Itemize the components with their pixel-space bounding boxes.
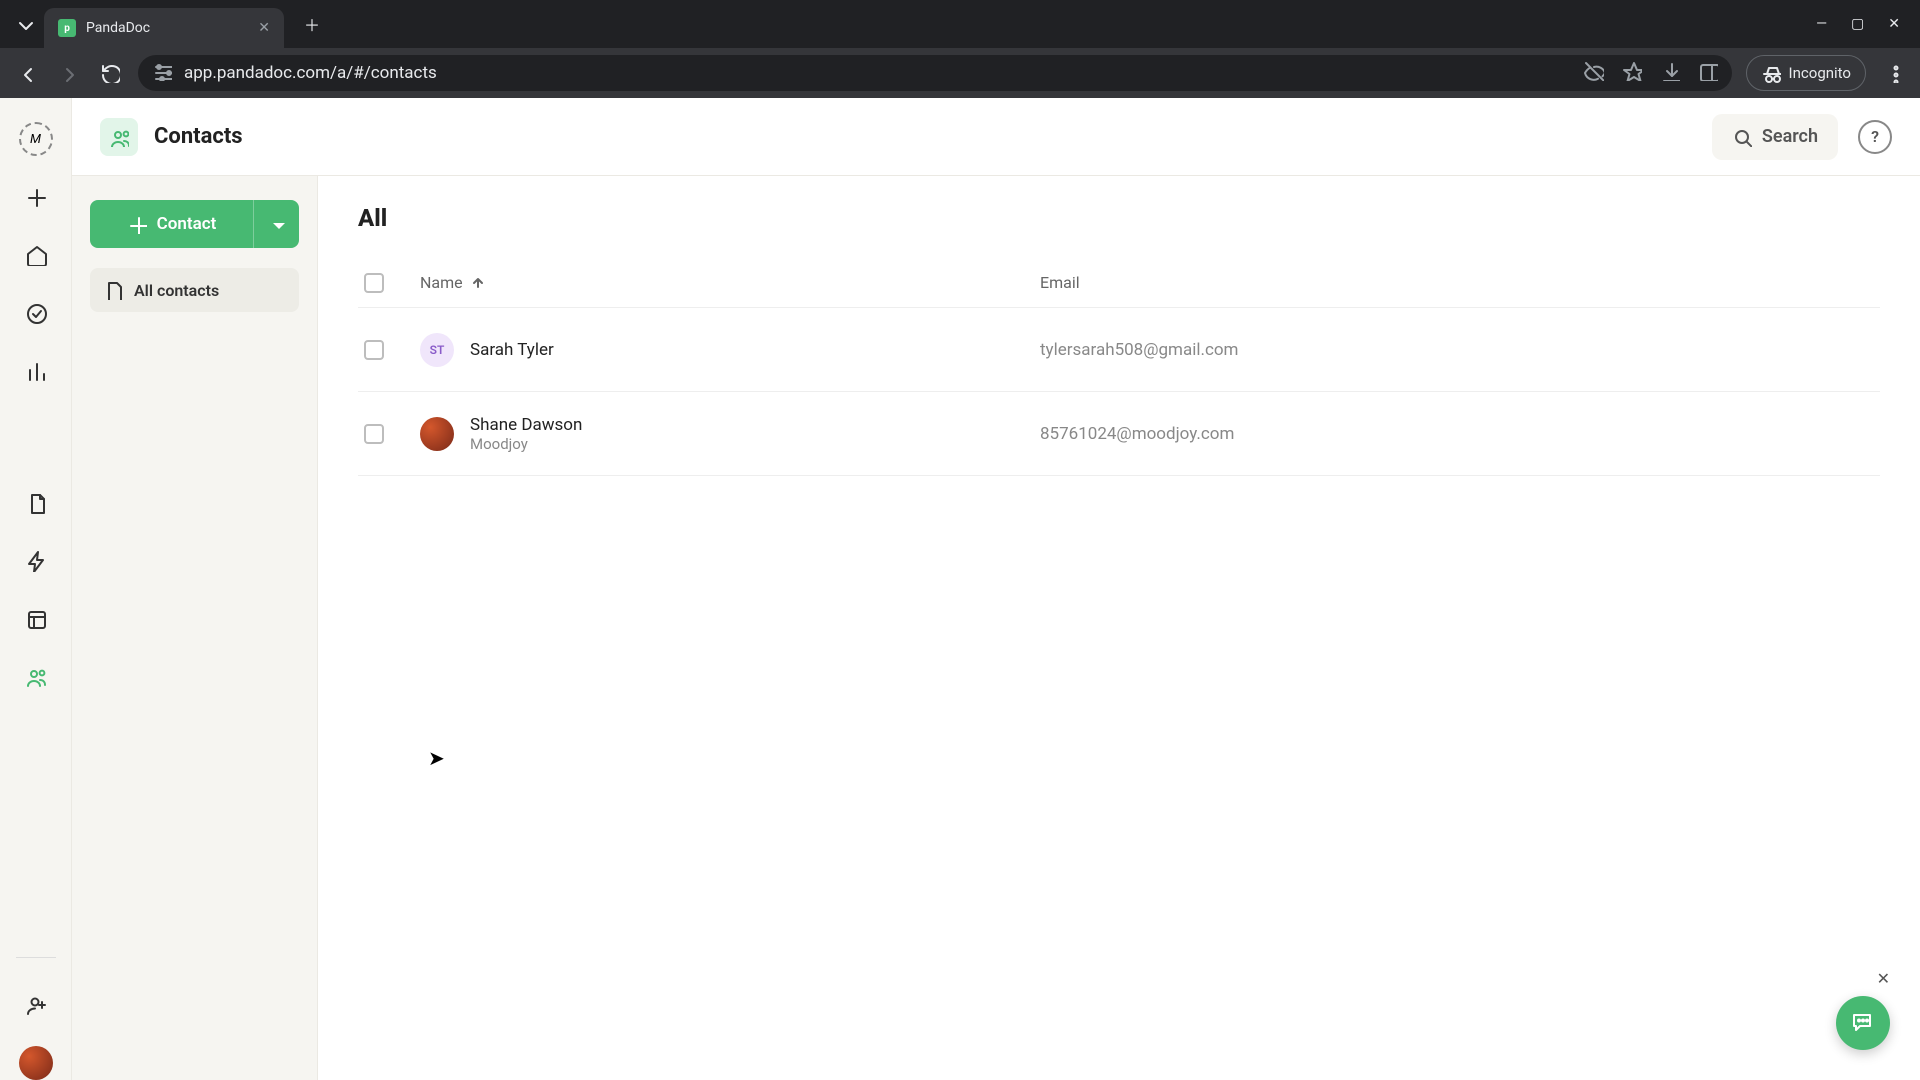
reload-icon <box>100 63 120 83</box>
new-contact-button[interactable]: Contact <box>90 200 253 248</box>
rail-templates[interactable] <box>19 602 53 636</box>
contact-avatar-initials: ST <box>420 333 454 367</box>
downloads-icon[interactable] <box>1660 61 1680 86</box>
contact-email: tylersarah508@gmail.com <box>1040 340 1238 360</box>
site-settings-icon[interactable] <box>152 61 172 86</box>
reload-button[interactable] <box>96 59 124 87</box>
sidebar-all-contacts[interactable]: All contacts <box>90 268 299 312</box>
template-icon <box>25 608 47 630</box>
contact-email: 85761024@moodjoy.com <box>1040 424 1234 444</box>
people-icon <box>25 666 47 688</box>
search-button[interactable]: Search <box>1712 114 1838 160</box>
forward-button[interactable] <box>54 59 82 87</box>
contact-name: Shane Dawson <box>470 415 582 435</box>
sort-up-icon <box>471 276 485 290</box>
kebab-icon <box>1884 63 1904 83</box>
chat-icon <box>1850 1010 1876 1036</box>
person-plus-icon <box>25 994 47 1016</box>
rail-divider <box>16 957 56 958</box>
search-label: Search <box>1762 126 1818 147</box>
sidepanel-icon[interactable] <box>1698 61 1718 86</box>
arrow-right-icon <box>58 63 78 83</box>
window-controls: — ▢ ✕ <box>1816 16 1912 32</box>
rail-reports[interactable] <box>19 354 53 388</box>
content-area: All Name Email ST <box>318 176 1920 1080</box>
user-avatar[interactable] <box>19 1046 53 1080</box>
incognito-icon <box>1761 63 1781 83</box>
incognito-label: Incognito <box>1789 64 1851 82</box>
workspace-avatar[interactable]: M <box>19 122 53 156</box>
contact-company: Moodjoy <box>470 435 582 453</box>
tab-bar: p PandaDoc ✕ ＋ — ▢ ✕ <box>0 0 1920 48</box>
caret-down-icon <box>267 214 287 234</box>
sidebar-item-label: All contacts <box>134 281 219 300</box>
page-body: Contact All contacts All <box>72 176 1920 1080</box>
contact-button-group: Contact <box>90 200 299 248</box>
row-checkbox[interactable] <box>364 340 384 360</box>
incognito-indicator[interactable]: Incognito <box>1746 55 1866 91</box>
chat-widget: ✕ <box>1836 969 1890 1050</box>
close-tab-button[interactable]: ✕ <box>258 20 270 36</box>
app: M Contacts <box>0 98 1920 1080</box>
search-icon <box>1732 127 1752 147</box>
arrow-left-icon <box>16 63 36 83</box>
main-area: Contacts Search ? Contact <box>72 98 1920 1080</box>
browser-frame: p PandaDoc ✕ ＋ — ▢ ✕ app.pandadoc.com/a/… <box>0 0 1920 1080</box>
favicon-icon: p <box>58 19 76 37</box>
contact-name: Sarah Tyler <box>470 340 554 360</box>
plus-icon <box>25 186 47 208</box>
rail-home[interactable] <box>19 238 53 272</box>
table-header: Name Email <box>358 258 1880 308</box>
address-field[interactable]: app.pandadoc.com/a/#/contacts <box>138 55 1732 91</box>
column-header-email[interactable]: Email <box>1040 273 1874 292</box>
row-checkbox[interactable] <box>364 424 384 444</box>
chat-close-button[interactable]: ✕ <box>1877 969 1890 988</box>
chevron-down-icon <box>14 14 34 34</box>
contact-button-label: Contact <box>157 214 217 234</box>
rail-contacts[interactable] <box>19 660 53 694</box>
page-header: Contacts Search ? <box>72 98 1920 176</box>
rail-tasks[interactable] <box>19 296 53 330</box>
page-icon <box>102 280 122 300</box>
close-window-button[interactable]: ✕ <box>1888 16 1900 32</box>
nav-rail: M <box>0 98 72 1080</box>
rail-new-button[interactable] <box>19 180 53 214</box>
document-icon <box>25 492 47 514</box>
rail-automation[interactable] <box>19 544 53 578</box>
column-header-name[interactable]: Name <box>420 273 1040 292</box>
minimize-button[interactable]: — <box>1816 16 1827 32</box>
back-button[interactable] <box>12 59 40 87</box>
tab-search-dropdown[interactable] <box>8 8 40 40</box>
contact-button-dropdown[interactable] <box>253 200 299 248</box>
tab-title: PandaDoc <box>86 20 150 36</box>
table-row[interactable]: ST Sarah Tyler tylersarah508@gmail.com <box>358 308 1880 392</box>
help-button[interactable]: ? <box>1858 120 1892 154</box>
people-icon <box>109 127 129 147</box>
browser-tab[interactable]: p PandaDoc ✕ <box>44 8 284 48</box>
contact-avatar-image <box>420 417 454 451</box>
content-heading: All <box>358 204 1880 232</box>
left-sidebar: Contact All contacts <box>72 176 318 1080</box>
plus-icon <box>127 214 147 234</box>
page-title: Contacts <box>154 124 243 149</box>
maximize-button[interactable]: ▢ <box>1851 16 1864 32</box>
rail-invite[interactable] <box>19 988 53 1022</box>
select-all-checkbox[interactable] <box>364 273 384 293</box>
browser-menu-button[interactable] <box>1880 59 1908 87</box>
home-icon <box>25 244 47 266</box>
bolt-icon <box>25 550 47 572</box>
rail-documents[interactable] <box>19 486 53 520</box>
table-row[interactable]: Shane Dawson Moodjoy 85761024@moodjoy.co… <box>358 392 1880 476</box>
bookmark-icon[interactable] <box>1622 61 1642 86</box>
mouse-cursor: ➤ <box>428 746 445 770</box>
bar-chart-icon <box>25 360 47 382</box>
address-bar: app.pandadoc.com/a/#/contacts Incognito <box>0 48 1920 98</box>
new-tab-button[interactable]: ＋ <box>296 8 328 40</box>
check-circle-icon <box>25 302 47 324</box>
chat-fab[interactable] <box>1836 996 1890 1050</box>
url-text: app.pandadoc.com/a/#/contacts <box>184 63 437 83</box>
hide-extension-icon[interactable] <box>1584 61 1604 86</box>
contacts-page-icon <box>100 118 138 156</box>
